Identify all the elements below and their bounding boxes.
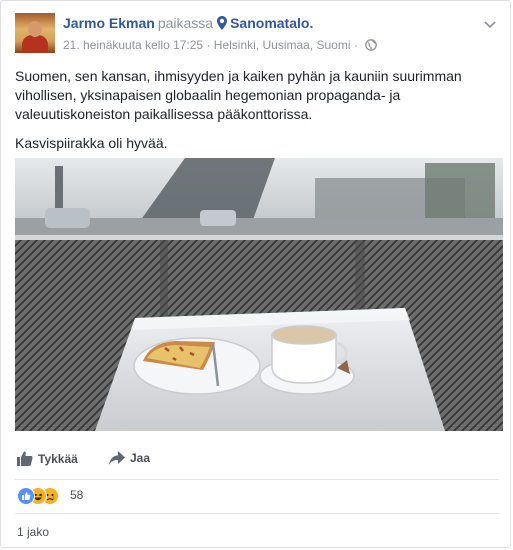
share-button[interactable]: Jaa bbox=[109, 451, 150, 465]
thumbs-up-icon bbox=[17, 451, 33, 466]
at-label: paikassa bbox=[157, 15, 214, 31]
reaction-count[interactable]: 58 bbox=[70, 488, 83, 502]
post-actions: Tykkää Jaa bbox=[15, 445, 499, 473]
privacy-globe-icon[interactable] bbox=[365, 39, 378, 54]
post-location[interactable]: Helsinki, Uusimaa, Suomi bbox=[214, 38, 351, 52]
shares-summary: 1 jako bbox=[15, 513, 499, 544]
post-timestamp[interactable]: 21. heinäkuuta kello 17:25 bbox=[63, 38, 203, 52]
share-arrow-icon bbox=[109, 451, 125, 465]
post-header: Jarmo Ekman paikassa Sanomatalo. 21. heinä… bbox=[15, 13, 499, 55]
post-options-chevron-icon[interactable] bbox=[483, 17, 497, 29]
post-card: Jarmo Ekman paikassa Sanomatalo. 21. heinä… bbox=[0, 0, 511, 548]
post-meta: 21. heinäkuuta kello 17:25 · Helsinki, U… bbox=[63, 38, 378, 54]
place-link[interactable]: Sanomatalo. bbox=[230, 15, 313, 31]
post-text: Suomen, sen kansan, ihmisyyden ja kaiken… bbox=[15, 67, 499, 163]
photo-quiche-and-coffee bbox=[15, 158, 503, 431]
meta-separator: · bbox=[206, 38, 214, 52]
like-button[interactable]: Tykkää bbox=[17, 451, 78, 466]
share-label: Jaa bbox=[130, 451, 151, 465]
meta-separator-2: · bbox=[353, 38, 362, 52]
reactions-summary[interactable]: 58 bbox=[15, 479, 499, 510]
location-pin-icon bbox=[217, 16, 228, 33]
share-count[interactable]: 1 jako bbox=[17, 525, 49, 539]
post-paragraph-1: Suomen, sen kansan, ihmisyyden ja kaiken… bbox=[15, 68, 462, 122]
post-photo[interactable] bbox=[15, 158, 503, 431]
author-avatar[interactable] bbox=[15, 13, 55, 53]
post-title-line: Jarmo Ekman paikassa Sanomatalo. bbox=[63, 15, 313, 33]
post-paragraph-2: Kasvispiirakka oli hyvää. bbox=[15, 135, 168, 151]
author-name[interactable]: Jarmo Ekman bbox=[63, 15, 155, 31]
like-icon bbox=[17, 487, 35, 505]
like-label: Tykkää bbox=[38, 452, 78, 466]
